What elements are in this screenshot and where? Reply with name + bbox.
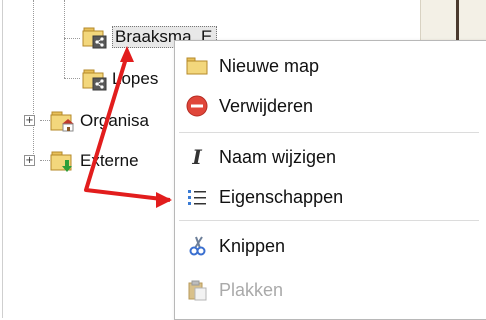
expand-toggle[interactable]: +: [24, 115, 35, 126]
tree-connector: [40, 120, 50, 121]
menu-item-label: Knippen: [219, 235, 286, 256]
tree-connector: [40, 160, 50, 161]
tree-item-externe[interactable]: Externe: [50, 148, 139, 174]
home-folder-icon: [50, 109, 76, 133]
menu-item-properties[interactable]: Eigenschappen: [175, 180, 486, 214]
tree-item-label: Organisa: [80, 111, 149, 130]
tree-item-lopes[interactable]: Lopes: [82, 66, 158, 92]
tree-item-label: Lopes: [112, 69, 159, 88]
menu-separator: [179, 220, 479, 221]
download-folder-icon: [50, 149, 76, 173]
properties-icon: [185, 185, 209, 209]
tree-item-label: Externe: [80, 151, 139, 170]
menu-item-label: Verwijderen: [219, 95, 314, 116]
arrow-head-right: [156, 192, 172, 208]
menu-item-rename[interactable]: I Naam wijzigen: [175, 140, 486, 174]
expand-toggle[interactable]: +: [24, 155, 35, 166]
context-menu: Nieuwe map Verwijderen I Naam wijzigen E…: [174, 40, 486, 320]
menu-item-label: Eigenschappen: [219, 186, 344, 207]
tree-connector: [64, 78, 80, 79]
menu-item-label: Nieuwe map: [219, 55, 320, 76]
menu-item-label: Plakken: [219, 279, 284, 300]
menu-item-new-folder[interactable]: Nieuwe map: [175, 49, 486, 83]
paste-icon: [185, 278, 209, 302]
menu-item-delete[interactable]: Verwijderen: [175, 89, 486, 123]
tree-connector: [33, 0, 34, 160]
tree-connector: [64, 38, 80, 39]
menu-separator: [179, 132, 479, 133]
tree-connector: [64, 0, 65, 78]
menu-item-paste: Plakken: [175, 273, 486, 307]
shared-folder-icon: [82, 67, 108, 91]
background-divider: [456, 0, 459, 40]
delete-icon: [185, 94, 209, 118]
rename-icon: I: [192, 145, 202, 169]
background-pane: [420, 0, 486, 40]
shared-folder-icon: [82, 25, 108, 49]
panel-left-border: [2, 0, 3, 318]
tree-item-organisa[interactable]: Organisa: [50, 108, 149, 134]
scissors-icon: [185, 234, 209, 258]
menu-item-cut[interactable]: Knippen: [175, 229, 486, 263]
folder-icon: [185, 54, 209, 78]
menu-item-label: Naam wijzigen: [219, 146, 337, 167]
